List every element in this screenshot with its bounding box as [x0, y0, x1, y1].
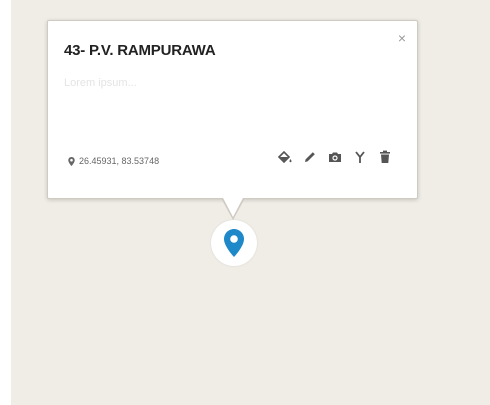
- location-popup: 43- P.V. RAMPURAWA Lorem ipsum... × 26.4…: [47, 20, 418, 199]
- close-button[interactable]: ×: [398, 31, 406, 45]
- map-pin-icon: [224, 229, 244, 257]
- location-title: 43- P.V. RAMPURAWA: [64, 42, 216, 59]
- camera-icon[interactable]: [327, 149, 343, 165]
- coordinates-text: 26.45931, 83.53748: [79, 156, 160, 166]
- location-description: Lorem ipsum...: [64, 77, 137, 89]
- map-marker[interactable]: [211, 220, 257, 266]
- fork-icon[interactable]: [352, 149, 368, 165]
- pencil-icon[interactable]: [302, 149, 318, 165]
- coordinates: 26.45931, 83.53748: [68, 156, 159, 166]
- paint-bucket-icon[interactable]: [277, 149, 293, 165]
- popup-toolbar: [268, 149, 393, 165]
- small-pin-icon: [68, 156, 75, 166]
- popup-pointer-fill: [222, 196, 244, 217]
- trash-icon[interactable]: [377, 149, 393, 165]
